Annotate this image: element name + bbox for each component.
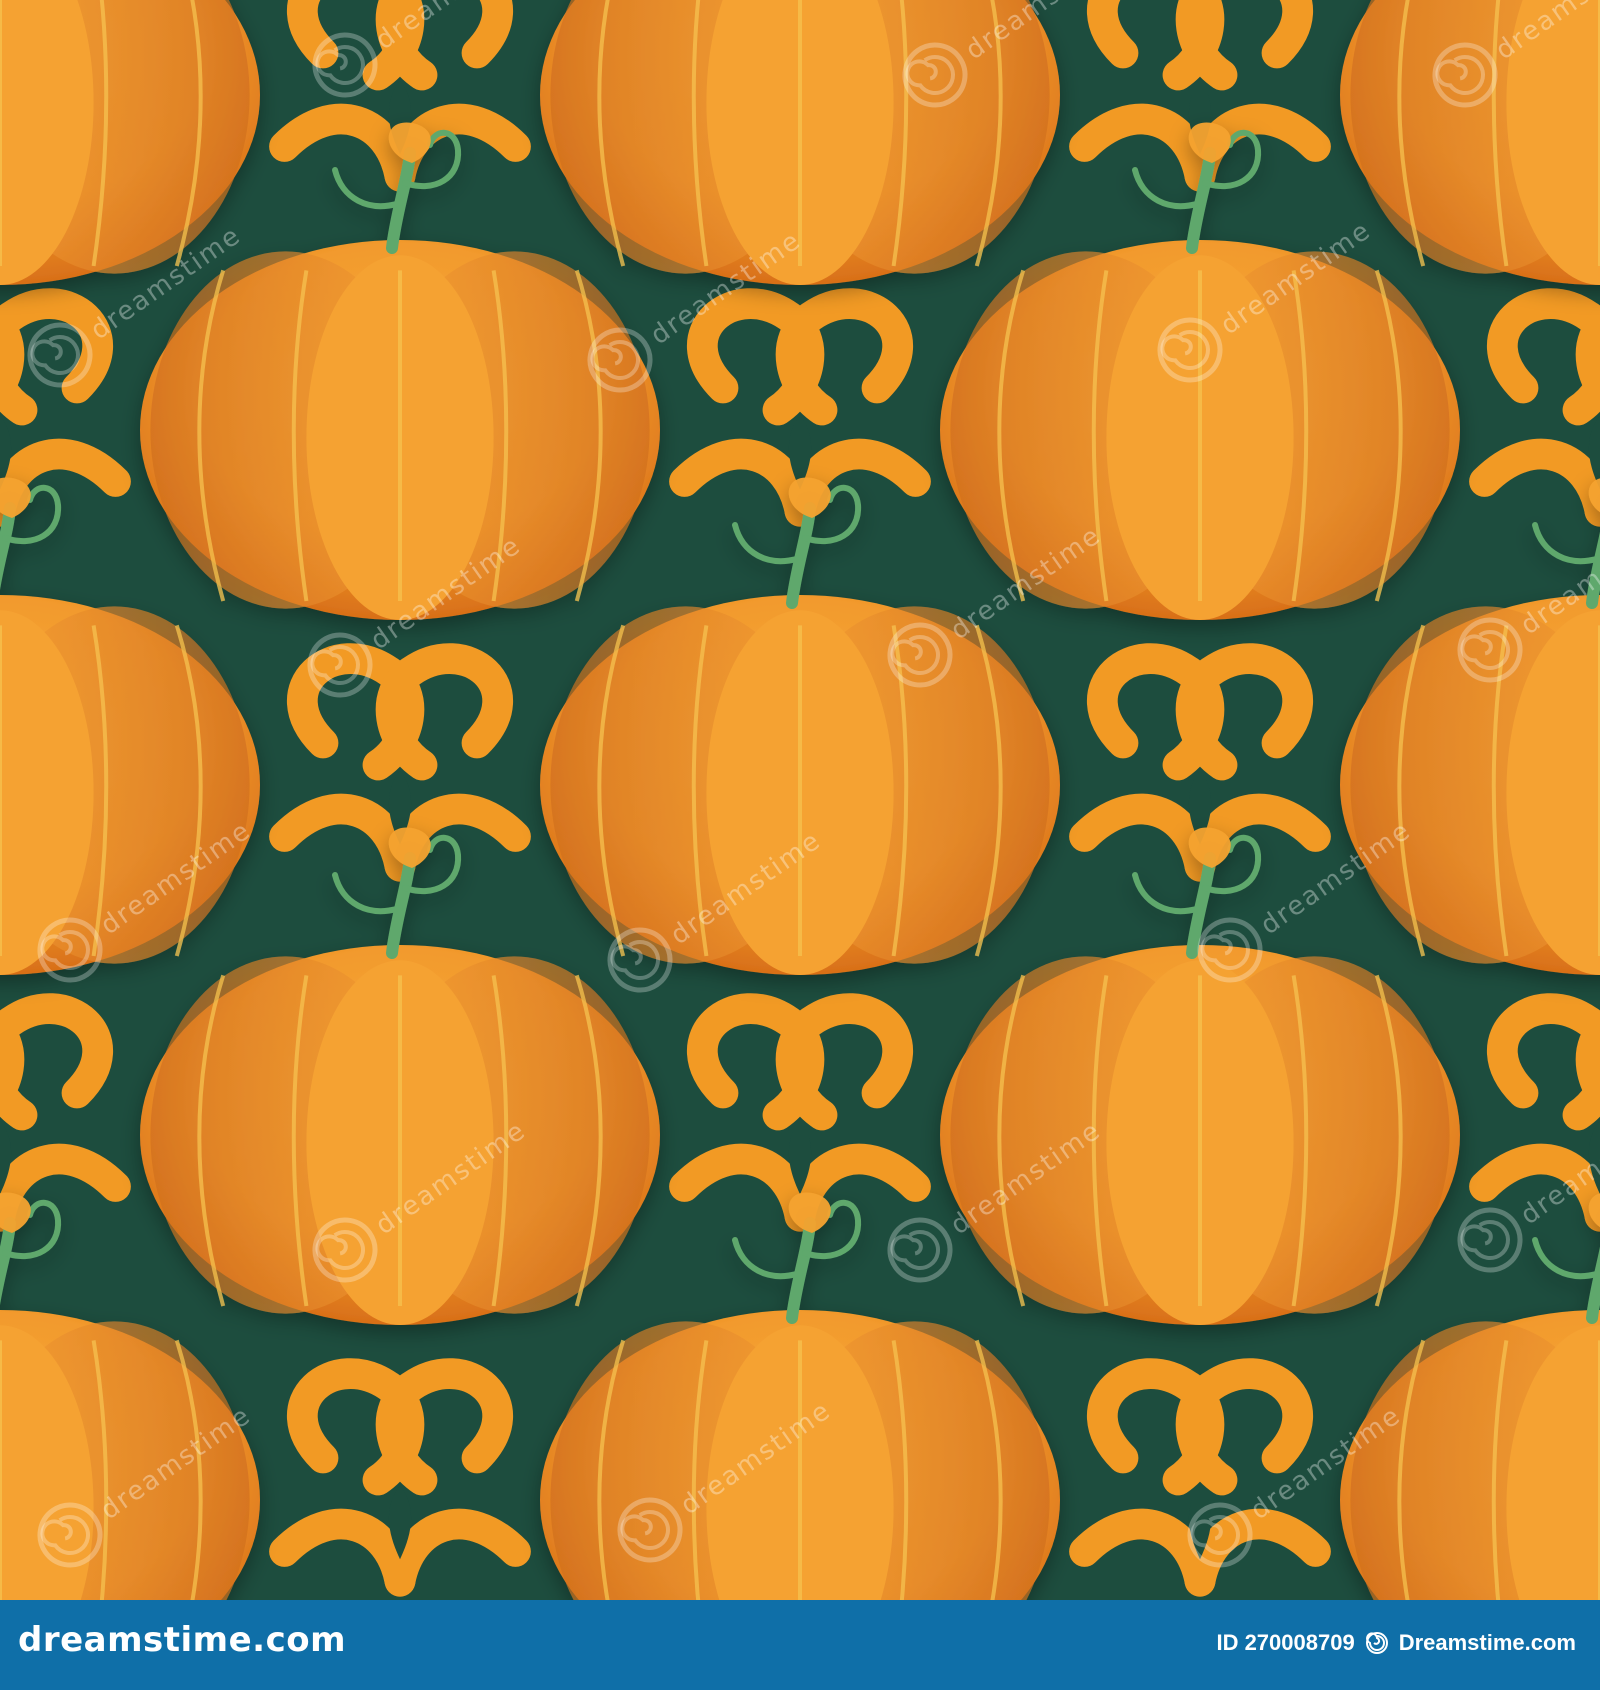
footer-domain-text: dreamstime.com — [18, 1620, 347, 1660]
dreamstime-logo-icon — [1365, 1632, 1388, 1654]
footer-id-label: ID 270008709 — [1216, 1630, 1355, 1655]
footer-brand-name: Dreamstime.com — [1398, 1630, 1576, 1655]
pumpkin-pattern-artwork: dreamstimedreamstime dreamstime dreamstime… — [0, 0, 1600, 1600]
stock-footer-bar: dreamstime.com ID 270008709 Dreamstime.c… — [0, 1600, 1600, 1690]
footer-info: ID 270008709 Dreamstime.com — [1216, 1630, 1576, 1656]
